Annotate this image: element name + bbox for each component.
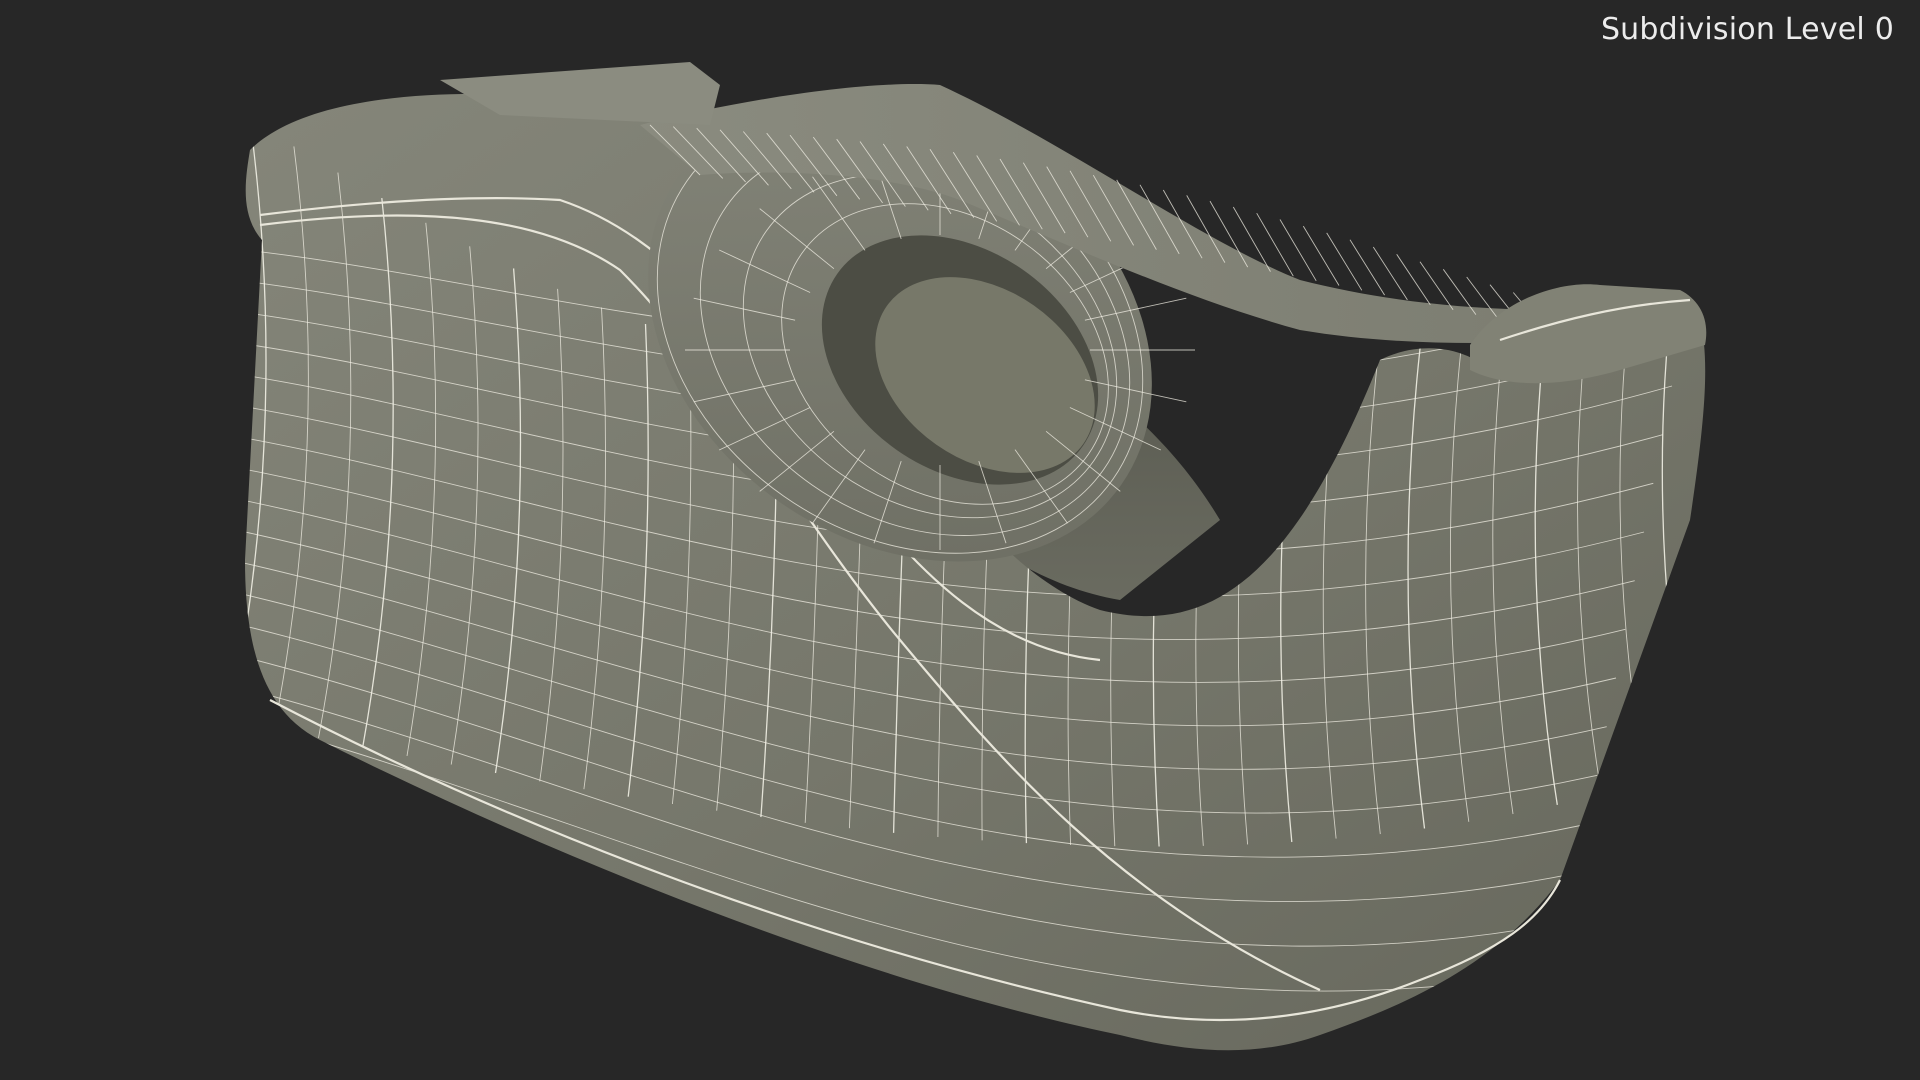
tape-edge — [1302, 225, 1340, 286]
tape-edge — [1349, 239, 1385, 296]
3d-viewport[interactable]: Subdivision Level 0 — [0, 0, 1920, 1080]
tape-edge — [1396, 254, 1431, 306]
tape-edge — [1279, 219, 1317, 282]
tape-dispenser-model[interactable] — [0, 0, 1920, 1080]
tape-edge — [1372, 246, 1408, 301]
tape-edge — [1326, 232, 1363, 291]
tape-edge — [1419, 261, 1454, 310]
